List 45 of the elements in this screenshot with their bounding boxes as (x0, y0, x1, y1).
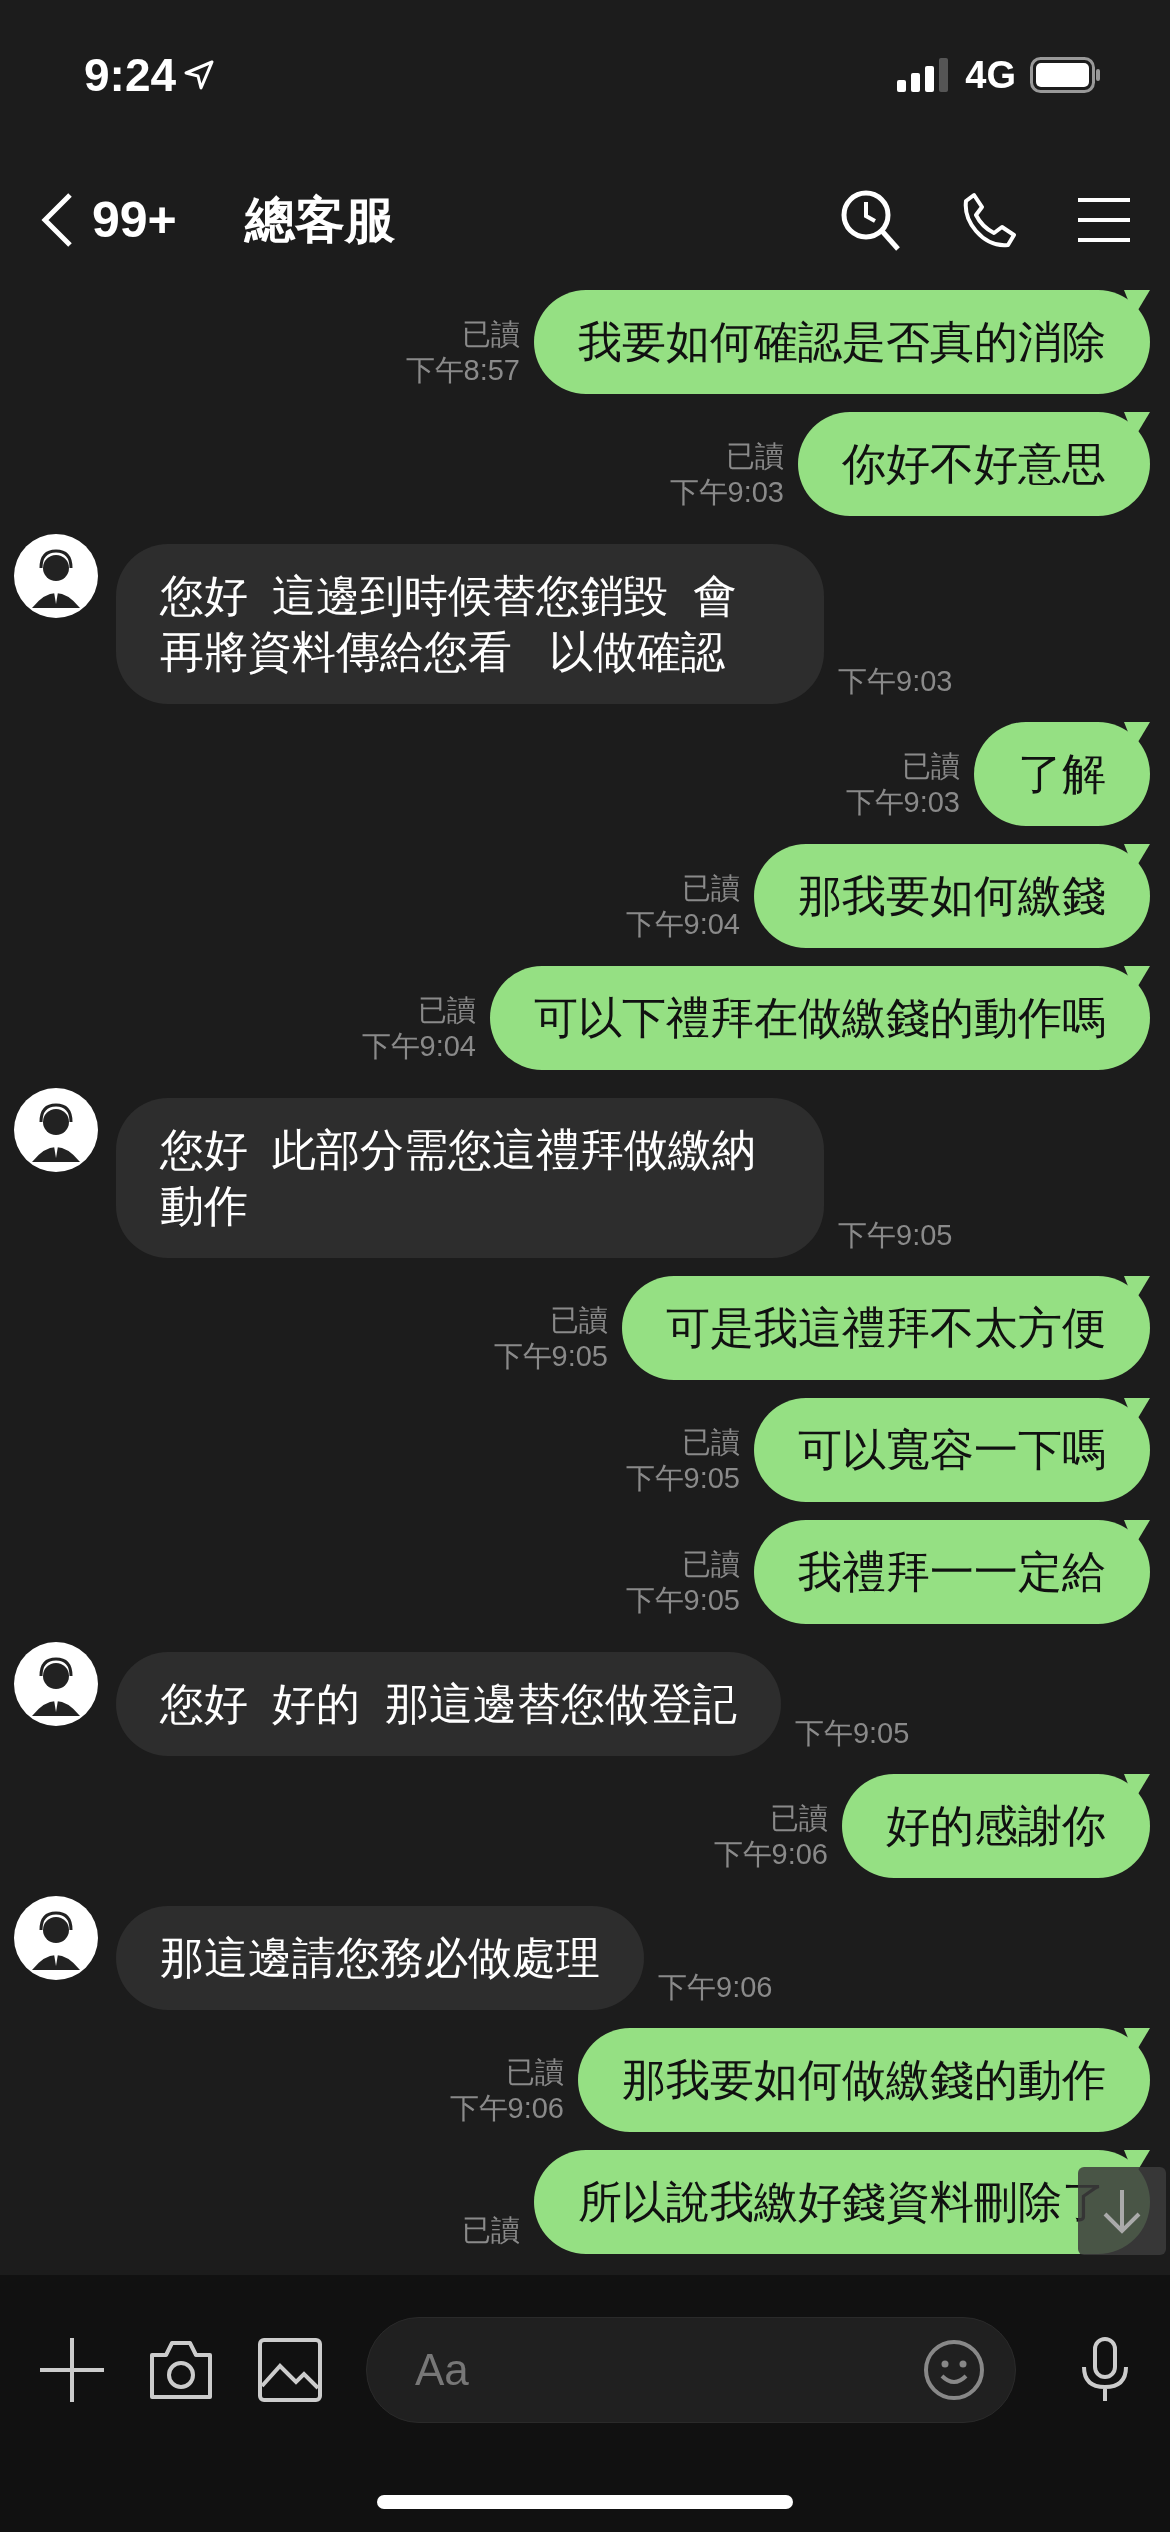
message-time: 下午9:05 (625, 1583, 740, 1618)
message-time: 下午9:05 (838, 1218, 953, 1253)
sent-message[interactable]: 我禮拜一一定給 (754, 1520, 1150, 1624)
sent-message[interactable]: 那我要如何繳錢 (754, 844, 1150, 948)
sent-message[interactable]: 你好不好意思 (798, 412, 1150, 516)
message-time: 下午9:04 (361, 1029, 476, 1064)
unread-count[interactable]: 99+ (92, 191, 177, 249)
message-time: 下午9:04 (625, 907, 740, 942)
message-time: 下午9:03 (838, 664, 953, 699)
read-receipt: 已讀 (770, 1801, 828, 1836)
sent-message[interactable]: 我要如何確認是否真的消除 (534, 290, 1150, 394)
message-time: 下午9:05 (625, 1461, 740, 1496)
message-field[interactable]: Aa (366, 2317, 1016, 2423)
received-message[interactable]: 您好 這邊到時候替您銷毀 會再將資料傳給您看 以做確認 (116, 544, 824, 704)
message-time: 下午9:05 (794, 1716, 910, 1751)
sent-message[interactable]: 好的感謝你 (842, 1774, 1150, 1878)
message-time: 下午9:05 (493, 1339, 608, 1374)
status-time: 9:24 (84, 48, 177, 102)
sent-message[interactable]: 那我要如何做繳錢的動作 (578, 2028, 1150, 2132)
network-label: 4G (965, 53, 1016, 97)
sent-message[interactable]: 可以寬容一下嗎 (754, 1398, 1150, 1502)
read-receipt: 已讀 (550, 1303, 608, 1338)
read-receipt: 已讀 (462, 2213, 520, 2248)
message-time: 下午8:57 (405, 353, 520, 388)
read-receipt: 已讀 (726, 439, 784, 474)
received-message[interactable]: 那這邊請您務必做處理 (116, 1906, 644, 2010)
sent-message[interactable]: 可以下禮拜在做繳錢的動作嗎 (490, 966, 1150, 1070)
sent-message[interactable]: 可是我這禮拜不太方便 (622, 1276, 1150, 1380)
received-message[interactable]: 您好 此部分需您這禮拜做繳納動作 (116, 1098, 824, 1258)
message-time: 下午9:06 (449, 2091, 564, 2126)
message-input[interactable]: Aa (413, 2344, 923, 2396)
read-receipt: 已讀 (682, 871, 740, 906)
read-receipt: 已讀 (506, 2055, 564, 2090)
read-receipt: 已讀 (682, 1547, 740, 1582)
read-receipt: 已讀 (902, 749, 960, 784)
read-receipt: 已讀 (462, 317, 520, 352)
chat-title: 總客服 (244, 190, 395, 250)
message-time: 下午9:06 (713, 1837, 828, 1872)
sent-message[interactable]: 了解 (974, 722, 1150, 826)
message-time: 下午9:03 (669, 475, 784, 510)
read-receipt: 已讀 (682, 1425, 740, 1460)
read-receipt: 已讀 (418, 993, 476, 1028)
message-time: 下午9:06 (658, 1970, 773, 2005)
message-time: 下午9:03 (845, 785, 960, 820)
received-message[interactable]: 您好 好的 那這邊替您做登記 (116, 1652, 781, 1756)
